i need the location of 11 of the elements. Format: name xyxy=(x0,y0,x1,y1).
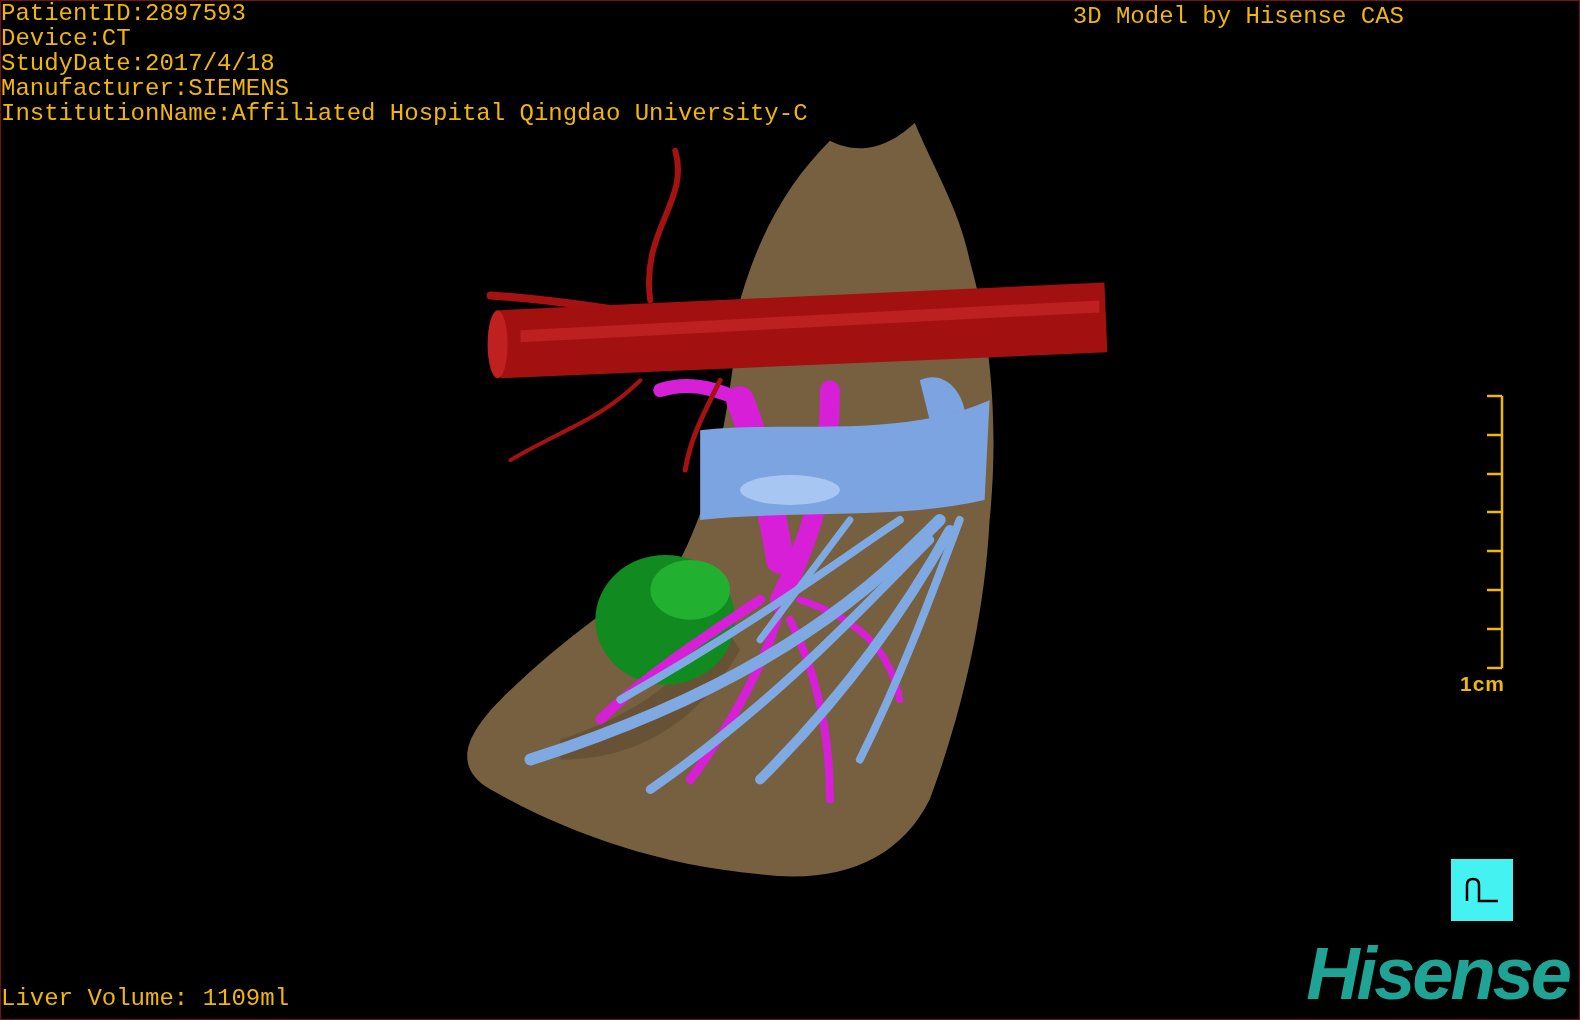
tool-button[interactable] xyxy=(1451,859,1513,921)
arch-icon xyxy=(1464,877,1500,903)
liver-volume: Liver Volume: 1109ml xyxy=(1,986,290,1011)
study-info-line: InstitutionName:Affiliated Hospital Qingdao University-C xyxy=(1,101,808,126)
study-info-line: StudyDate:2017/4/18 xyxy=(1,51,276,76)
study-info-line: Manufacturer:SIEMENS xyxy=(1,76,291,101)
scale-label: 1cm xyxy=(1459,671,1505,696)
model-title: 3D Model by Hisense CAS xyxy=(1072,4,1404,29)
brand-logo: Hisense xyxy=(1306,941,1571,1007)
study-info-line: PatientID:2897593 xyxy=(1,1,247,26)
study-info-line: Device:CT xyxy=(1,26,132,51)
